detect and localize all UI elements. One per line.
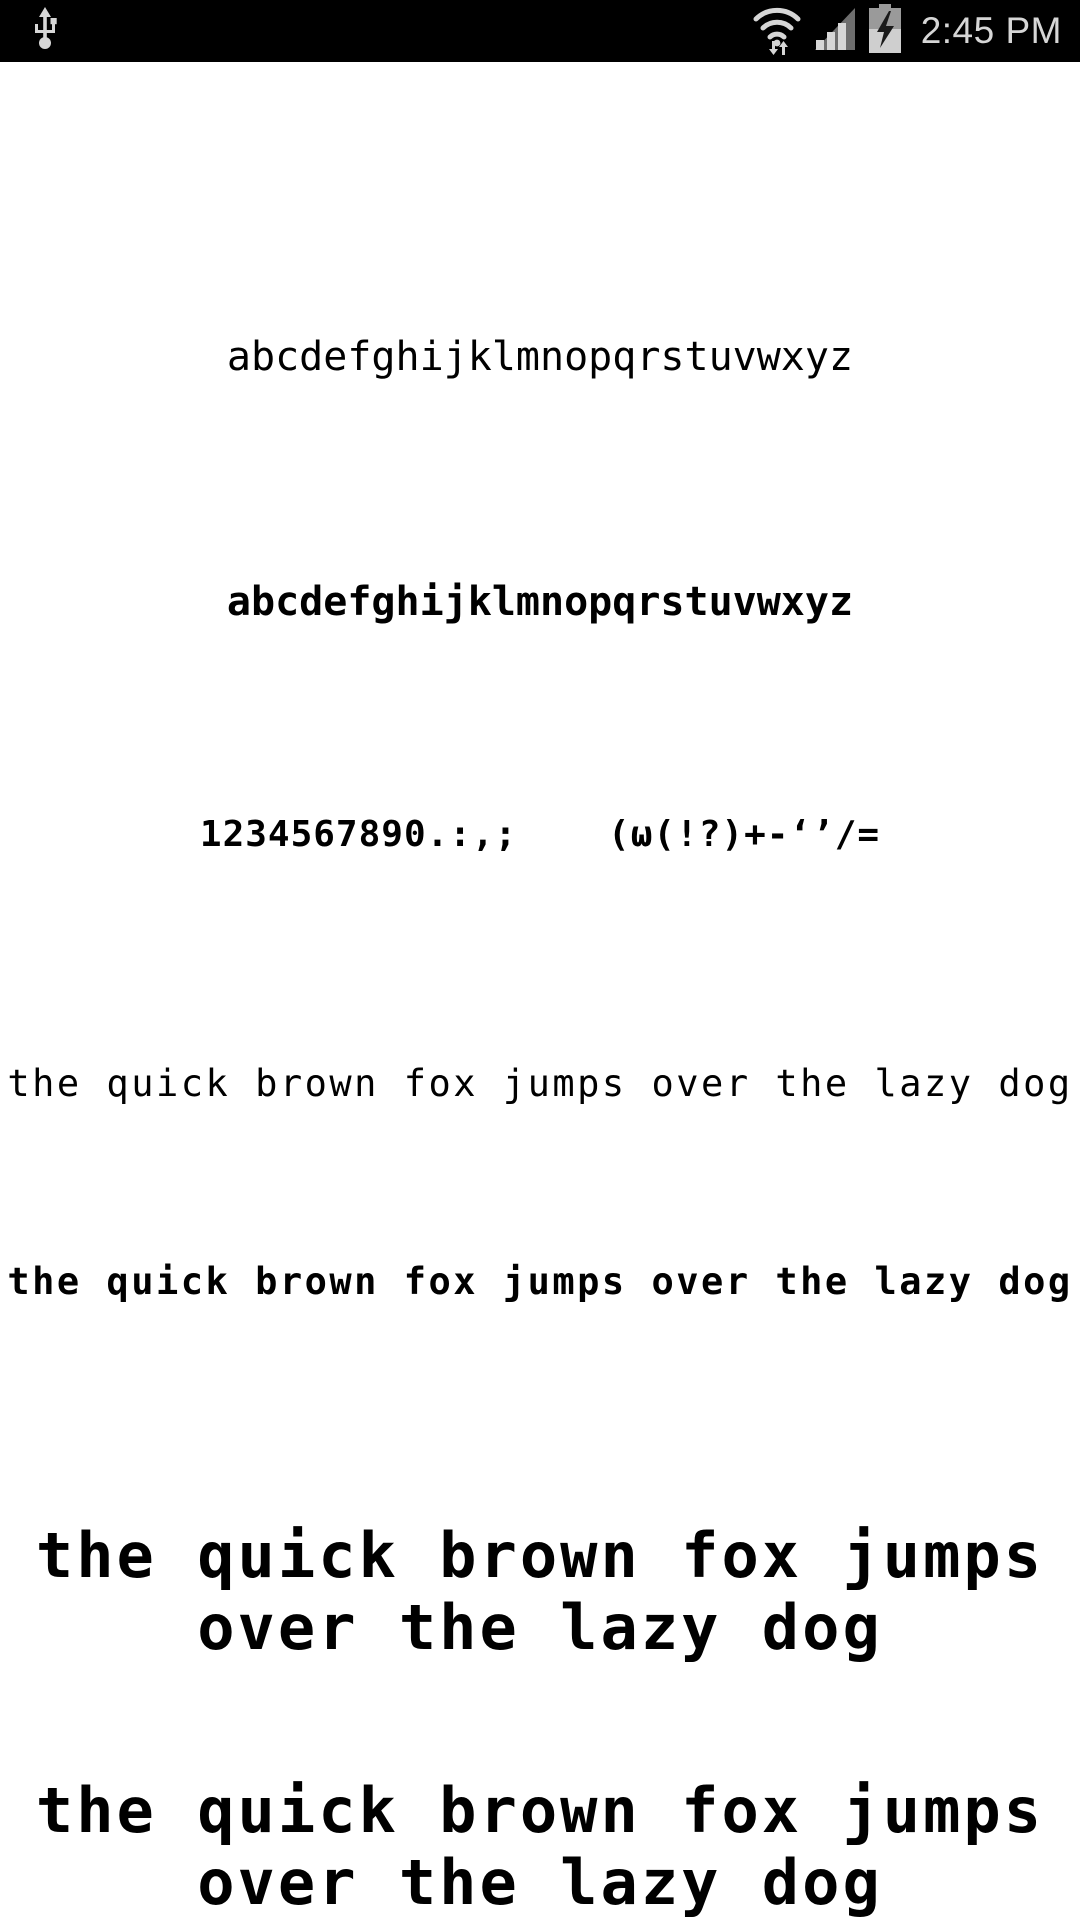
battery-charging-icon bbox=[867, 3, 903, 59]
usb-icon bbox=[30, 6, 60, 56]
font-sample-alphabet-regular: abcdefghijklmnopqrstuvwxyz bbox=[226, 334, 854, 380]
status-bar-clock: 2:45 PM bbox=[920, 10, 1062, 51]
font-sample-alphabet-bold: abcdefghijklmnopqrstuvwxyz bbox=[226, 579, 854, 625]
font-sample-pangram-small-bold: the quick brown fox jumps over the lazy … bbox=[7, 1260, 1073, 1303]
font-sample-pangram-small-regular: the quick brown fox jumps over the lazy … bbox=[7, 1062, 1073, 1105]
status-bar-left-icons bbox=[0, 6, 60, 56]
status-bar-right-icons: 2:45 PM bbox=[751, 0, 1062, 62]
font-sample-pangram-large-bold: the quick brown fox jumps over the lazy … bbox=[35, 1774, 1045, 1919]
font-sample-numerals-and-symbols: 1234567890.:,; (ω(!?)+-‘’/= bbox=[199, 814, 881, 855]
wifi-icon bbox=[751, 3, 803, 60]
font-preview-content: abcdefghijklmnopqrstuvwxyz abcdefghijklm… bbox=[0, 62, 1080, 1920]
font-sample-pangram-large-regular: the quick brown fox jumps over the lazy … bbox=[35, 1519, 1045, 1664]
cellular-signal-icon bbox=[813, 6, 857, 57]
status-bar[interactable]: 2:45 PM bbox=[0, 0, 1080, 62]
